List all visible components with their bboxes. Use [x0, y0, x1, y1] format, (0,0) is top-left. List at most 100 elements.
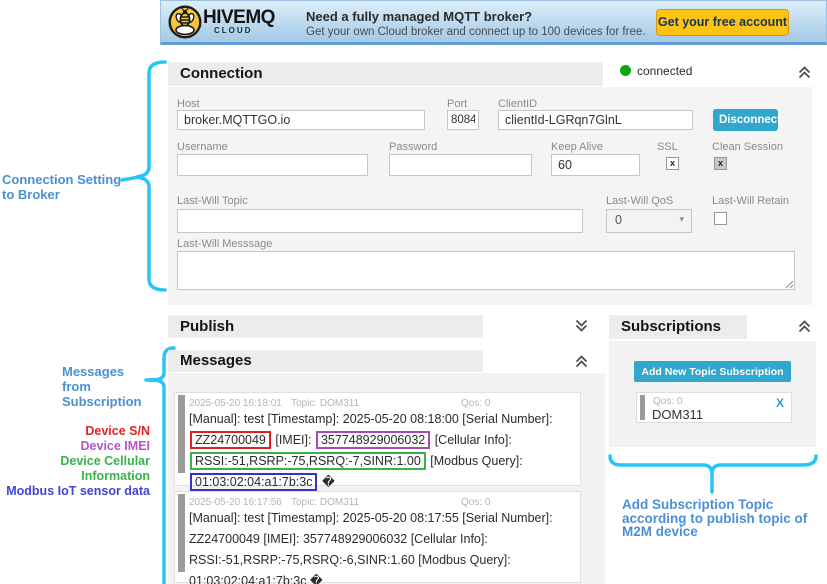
host-input[interactable] — [177, 110, 425, 130]
clean-session-label: Clean Session — [712, 141, 783, 153]
message-card: 2025-05-20 16:18:01 Topic: DOM311 Qos: 0… — [174, 392, 581, 486]
subscription-topic-name: DOM311 — [652, 407, 703, 422]
message-card: 2025-05-20 16:17:56 Topic: DOM311 Qos: 0… — [174, 491, 581, 583]
modbus-query-highlight: 01:03:02:04:a1:7b:3c — [190, 473, 317, 491]
payload-line: RSSI:-51,RSRP:-75,RSRQ:-7,SINR:1.00 [Mod… — [189, 451, 553, 472]
clean-session-check-mark: x — [718, 158, 723, 168]
subscriptions-brace-annotation — [608, 452, 820, 498]
add-topic-subscription-button[interactable]: Add New Topic Subscription — [634, 361, 791, 382]
port-input[interactable] — [447, 110, 479, 130]
last-will-topic-input[interactable] — [177, 209, 583, 233]
brand-sub-label: CLOUD — [214, 26, 252, 35]
username-label: Username — [177, 141, 228, 153]
message-qos: Qos: 0 — [461, 497, 490, 508]
message-payload: [Manual]: test [Timestamp]: 2025-05-20 0… — [189, 409, 553, 493]
message-timestamp: 2025-05-20 16:17:56 — [189, 497, 282, 508]
last-will-message-textarea[interactable] — [177, 251, 795, 290]
chevron-double-down-icon — [574, 318, 589, 333]
message-timestamp: 2025-05-20 16:18:01 — [189, 398, 282, 409]
password-label: Password — [389, 141, 437, 153]
payload-line: 01:03:02:04:a1:7b:3c � — [189, 571, 553, 584]
payload-line: [Manual]: test [Timestamp]: 2025-05-20 0… — [189, 508, 553, 529]
legend-device-cellular: Device Cellular Information — [0, 454, 150, 484]
chevron-double-up-icon — [797, 319, 812, 334]
get-free-account-button[interactable]: Get your free account — [656, 9, 789, 36]
connection-header-bar: Connection — [168, 62, 603, 86]
last-will-topic-label: Last-Will Topic — [177, 195, 248, 207]
subscription-left-bar — [640, 395, 645, 420]
collapse-connection-button[interactable] — [797, 65, 813, 81]
annotation-line: Add Subscription Topic — [622, 498, 822, 512]
username-input[interactable] — [177, 154, 368, 176]
banner-headline: Need a fully managed MQTT broker? — [306, 9, 532, 24]
payload-line: 01:03:02:04:a1:7b:3c � — [189, 472, 553, 493]
ssl-checkbox[interactable]: x — [666, 157, 679, 170]
message-left-bar — [178, 494, 185, 572]
payload-text: � — [318, 475, 334, 489]
message-left-bar — [178, 395, 185, 473]
publish-title: Publish — [168, 315, 483, 338]
legend-device-sn: Device S/N — [0, 424, 150, 439]
last-will-qos-label: Last-Will QoS — [606, 195, 673, 207]
password-input[interactable] — [389, 154, 532, 176]
textarea-resize-handle-icon[interactable] — [785, 280, 794, 289]
payload-line: ZZ24700049 [IMEI]: 357748929006032 [Cell… — [189, 430, 553, 451]
payload-line: ZZ24700049 [IMEI]: 357748929006032 [Cell… — [189, 529, 553, 550]
connection-brace-annotation — [120, 58, 172, 296]
ssl-label: SSL — [657, 141, 678, 153]
message-topic: Topic: DOM311 — [291, 398, 359, 409]
add-subscription-annotation: Add Subscription Topic according to publ… — [622, 498, 822, 539]
connection-status-text: connected — [637, 64, 692, 78]
hivemq-banner: HIVEMQ CLOUD Need a fully managed MQTT b… — [160, 0, 827, 45]
hivemq-bee-logo-icon[interactable] — [168, 5, 202, 39]
mqtt-websocket-client-screen: HIVEMQ CLOUD Need a fully managed MQTT b… — [0, 0, 827, 584]
payload-text: [Modbus Query]: — [427, 454, 523, 468]
payload-line: [Manual]: test [Timestamp]: 2025-05-20 0… — [189, 409, 553, 430]
message-payload: [Manual]: test [Timestamp]: 2025-05-20 0… — [189, 508, 553, 584]
disconnect-button[interactable]: Disconnect — [713, 109, 778, 131]
serial-number-highlight: ZZ24700049 — [190, 431, 271, 449]
last-will-retain-label: Last-Will Retain — [712, 195, 789, 207]
subscriptions-header-bar: Subscriptions — [609, 315, 747, 339]
expand-publish-button[interactable] — [574, 318, 590, 334]
subscription-qos: Qos: 0 — [653, 396, 682, 407]
message-topic: Topic: DOM311 — [291, 497, 359, 508]
chevron-double-up-icon — [797, 65, 812, 80]
publish-header-bar: Publish — [168, 315, 483, 338]
payload-text: [IMEI]: — [272, 433, 315, 447]
subscriptions-title: Subscriptions — [609, 315, 747, 339]
legend-device-imei: Device IMEI — [0, 439, 150, 454]
message-field-legend: Device S/N Device IMEI Device Cellular I… — [0, 424, 150, 499]
ssl-check-mark: x — [670, 158, 675, 168]
clientid-input[interactable] — [498, 110, 693, 130]
port-label: Port — [447, 98, 467, 110]
banner-subtitle: Get your own Cloud broker and connect up… — [306, 26, 645, 38]
clean-session-checkbox[interactable]: x — [714, 157, 727, 170]
keep-alive-label: Keep Alive — [551, 141, 603, 153]
last-will-retain-checkbox[interactable] — [714, 212, 727, 225]
keep-alive-input[interactable] — [551, 154, 640, 176]
last-will-qos-select[interactable]: 0 ▾ — [606, 209, 692, 233]
messages-header-bar: Messages — [168, 350, 483, 372]
payload-line: RSSI:-51,RSRP:-75,RSRQ:-6,SINR:1.60 [Mod… — [189, 550, 553, 571]
annotation-line: M2M device — [622, 525, 822, 539]
chevron-double-up-icon — [574, 354, 589, 369]
last-will-message-label: Last-Will Messsage — [177, 238, 272, 250]
remove-subscription-button[interactable]: X — [776, 396, 784, 410]
subscription-topic-card: Qos: 0 X DOM311 — [636, 392, 792, 423]
legend-modbus-data: Modbus IoT sensor data — [0, 484, 150, 499]
clientid-label: ClientID — [498, 98, 537, 110]
collapse-messages-button[interactable] — [574, 354, 590, 370]
connection-title: Connection — [168, 62, 603, 86]
last-will-qos-value: 0 — [615, 213, 622, 227]
host-label: Host — [177, 98, 200, 110]
cellular-info-highlight: RSSI:-51,RSRP:-75,RSRQ:-7,SINR:1.00 — [190, 452, 426, 470]
connected-status-dot — [620, 65, 631, 76]
payload-text: [Cellular Info]: — [431, 433, 512, 447]
messages-title: Messages — [168, 350, 483, 372]
caret-down-icon: ▾ — [679, 214, 684, 225]
annotation-line: according to publish topic of — [622, 512, 822, 526]
collapse-subscriptions-button[interactable] — [797, 319, 813, 335]
message-qos: Qos: 0 — [461, 398, 490, 409]
imei-highlight: 357748929006032 — [316, 431, 430, 449]
